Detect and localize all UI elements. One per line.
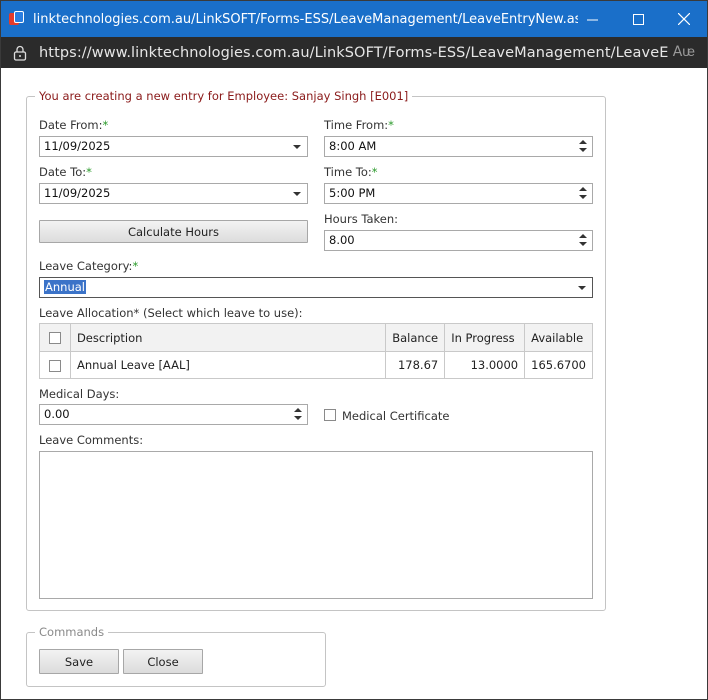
close-button[interactable]: Close: [123, 649, 203, 674]
spinner-arrows-icon[interactable]: [579, 187, 587, 200]
chevron-down-icon[interactable]: [293, 192, 301, 196]
maximize-icon[interactable]: [615, 1, 661, 37]
window-title: linktechnologies.com.au/LinkSOFT/Forms-E…: [33, 11, 578, 27]
time-from-label: Time From:*: [324, 118, 394, 132]
chevron-down-icon[interactable]: [578, 286, 586, 290]
column-header-in-progress: In Progress: [444, 323, 526, 352]
spinner-arrows-icon[interactable]: [579, 234, 587, 247]
hours-taken-label: Hours Taken:: [324, 212, 399, 226]
calculate-hours-button[interactable]: Calculate Hours: [39, 220, 308, 243]
medical-days-label: Medical Days:: [39, 387, 120, 401]
date-from-picker[interactable]: 11/09/2025: [39, 136, 308, 157]
date-to-picker[interactable]: 11/09/2025: [39, 183, 308, 204]
url-text[interactable]: https://www.linktechnologies.com.au/Link…: [39, 45, 669, 61]
select-all-checkbox[interactable]: [48, 332, 61, 344]
date-from-label: Date From:*: [39, 118, 109, 132]
save-button[interactable]: Save: [39, 649, 119, 674]
cell-balance: 178.67: [385, 351, 446, 379]
spinner-arrows-icon[interactable]: [294, 408, 302, 421]
column-header-balance: Balance: [385, 323, 446, 352]
employee-legend: You are creating a new entry for Employe…: [35, 89, 413, 103]
cell-available: 165.6700: [524, 351, 593, 379]
lock-icon: [13, 45, 27, 61]
leave-comments-label: Leave Comments:: [39, 433, 144, 447]
spinner-arrows-icon[interactable]: [579, 140, 587, 153]
medical-days-spinner[interactable]: 0.00: [39, 404, 308, 425]
time-from-spinner[interactable]: 8:00 AM: [324, 136, 593, 157]
chevron-down-icon[interactable]: [293, 145, 301, 149]
select-all-cell: [39, 323, 71, 352]
table-row[interactable]: Annual Leave [AAL] 178.67 13.0000 165.67…: [39, 351, 593, 379]
commands-legend: Commands: [35, 625, 109, 639]
leave-allocation-table: Description Balance In Progress Availabl…: [39, 323, 593, 379]
medical-certificate-label[interactable]: Medical Certificate: [342, 409, 449, 423]
time-to-spinner[interactable]: 5:00 PM: [324, 183, 593, 204]
leave-category-label: Leave Category:*: [39, 259, 139, 273]
address-bar[interactable]: https://www.linktechnologies.com.au/Link…: [1, 37, 707, 68]
column-header-available: Available: [524, 323, 593, 352]
leave-allocation-label: Leave Allocation* (Select which leave to…: [39, 306, 303, 320]
time-to-label: Time To:*: [324, 165, 378, 179]
read-aloud-icon[interactable]: Aᵫ: [673, 43, 695, 60]
browser-popup-window: linktechnologies.com.au/LinkSOFT/Forms-E…: [0, 0, 708, 700]
minimize-icon[interactable]: [569, 1, 615, 37]
column-header-description: Description: [69, 323, 387, 352]
cell-description: Annual Leave [AAL]: [69, 351, 387, 379]
leave-category-select[interactable]: Annual: [39, 277, 593, 298]
page-content: You are creating a new entry for Employe…: [1, 68, 707, 699]
close-icon[interactable]: [661, 1, 707, 37]
title-bar: linktechnologies.com.au/LinkSOFT/Forms-E…: [1, 1, 707, 37]
medical-certificate-checkbox[interactable]: [324, 409, 336, 421]
row-select-cell: [39, 351, 71, 379]
leave-comments-textarea[interactable]: [39, 451, 593, 599]
hours-taken-spinner[interactable]: 8.00: [324, 230, 593, 251]
row-checkbox[interactable]: [48, 359, 61, 372]
app-icon: [9, 11, 25, 27]
cell-in-progress: 13.0000: [444, 351, 526, 379]
date-to-label: Date To:*: [39, 165, 92, 179]
